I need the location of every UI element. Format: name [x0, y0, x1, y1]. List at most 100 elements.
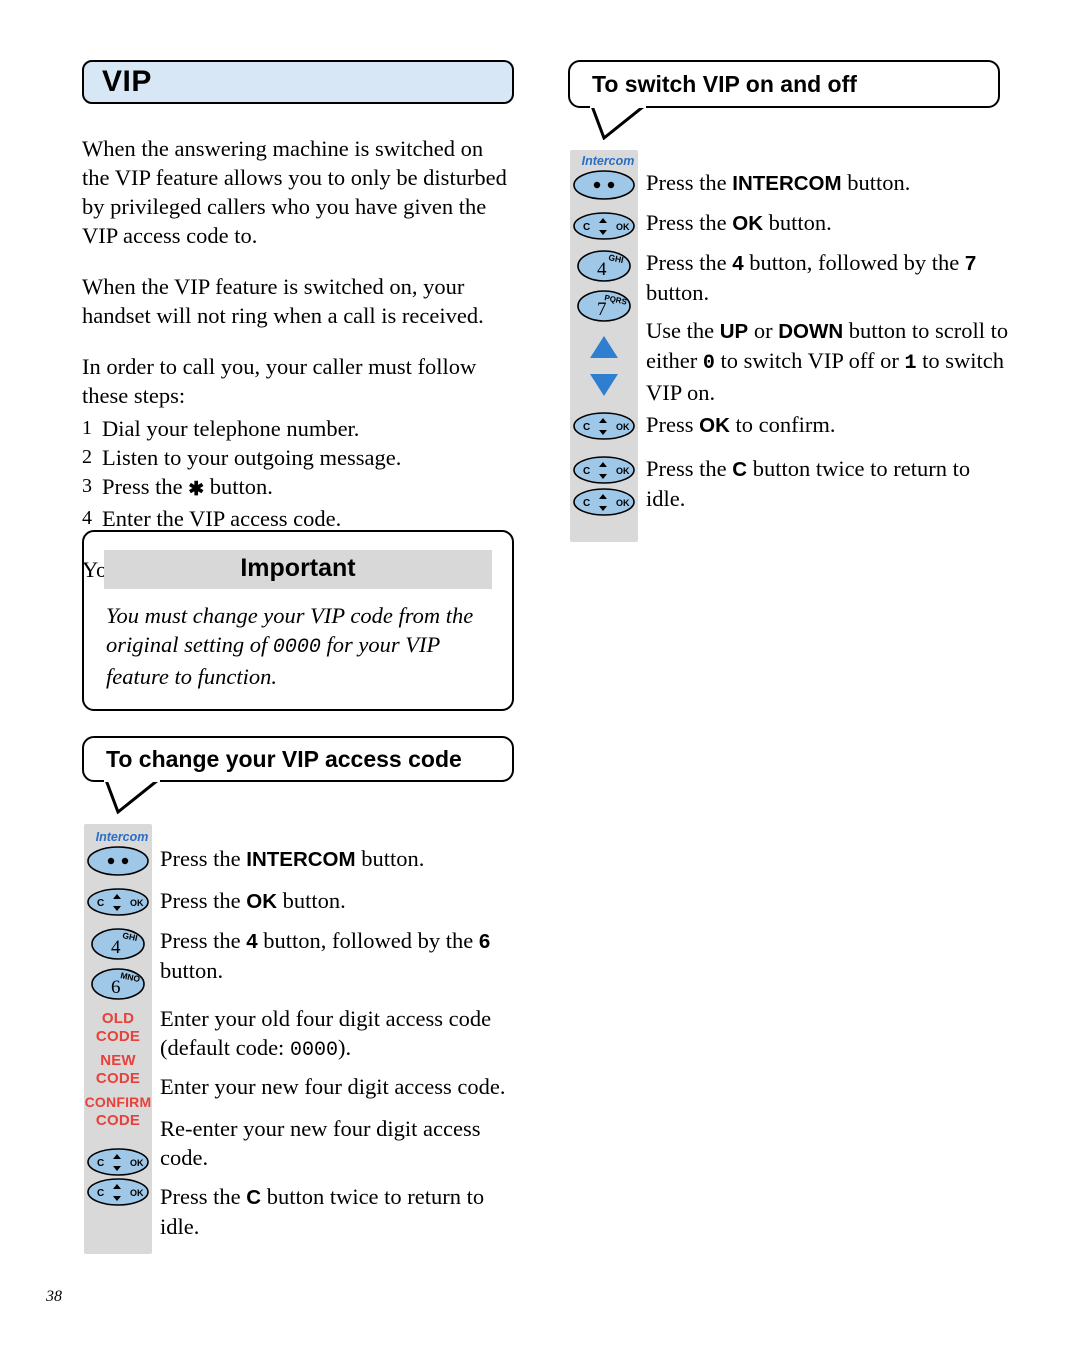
list-text-pre: Press the — [102, 474, 189, 499]
svg-text:OK: OK — [130, 1158, 144, 1168]
svg-text:OK: OK — [616, 422, 630, 432]
svg-text:OK: OK — [616, 466, 630, 476]
key-4-icon: GHI 4 — [84, 926, 152, 962]
c-key-icon-1: C OK — [84, 1146, 152, 1178]
instruction-row: Press the INTERCOM button. — [646, 168, 1016, 198]
change-code-section: To change your VIP access code Intercom — [82, 736, 514, 1254]
instruction-pre: Press — [646, 412, 700, 437]
instruction-pre: Use the — [646, 318, 720, 343]
list-text: Press the ✱ button. — [102, 472, 273, 504]
list-item: 2 Listen to your outgoing message. — [82, 443, 514, 472]
confirm-code-label-line1: CONFIRM — [84, 1094, 152, 1110]
list-item: 1 Dial your telephone number. — [82, 414, 514, 443]
instruction-bold: INTERCOM — [732, 172, 842, 195]
list-item: 3 Press the ✱ button. — [82, 472, 514, 504]
instruction-pre: Press the — [646, 250, 733, 275]
list-number: 1 — [82, 417, 92, 439]
instruction-pre: Press the — [646, 170, 733, 195]
instruction-bold-2: DOWN — [778, 320, 844, 343]
instruction-bold-2: 7 — [964, 252, 977, 275]
key-7-icon: PQRS 7 — [570, 288, 638, 324]
svg-text:OK: OK — [616, 222, 630, 232]
ok-key-icon-2: C OK — [570, 410, 638, 442]
instruction-row: Press the C button twice to return to id… — [160, 1182, 500, 1241]
instruction-post: ). — [337, 1035, 352, 1060]
manual-page: VIP When the answering machine is switch… — [0, 0, 1080, 1347]
instruction-bold: UP — [719, 320, 749, 343]
instruction-row: Press the OK button. — [646, 208, 1016, 238]
instruction-post-2: button. — [646, 280, 710, 305]
key-6-icon: MNO 6 — [84, 966, 152, 1002]
instruction-row: Press the OK button. — [160, 886, 520, 916]
instruction-bold: C — [732, 458, 748, 481]
instruction-row: Enter your old four digit access code (d… — [160, 1004, 520, 1065]
instruction-post: button. — [841, 170, 911, 195]
page-title: VIP — [102, 65, 152, 98]
intro-paragraph-2: When the VIP feature is switched on, you… — [82, 274, 484, 328]
important-heading: Important — [104, 550, 492, 589]
caller-steps-list: 1 Dial your telephone number. 2 Listen t… — [82, 414, 514, 533]
intro-paragraph-3: In order to call you, your caller must f… — [82, 354, 477, 408]
list-number: 4 — [82, 507, 92, 529]
instruction-row: Re-enter your new four digit access code… — [160, 1114, 510, 1172]
ok-key-icon-1: C OK — [84, 886, 152, 918]
instruction-row: Use the UP or DOWN button to scroll to e… — [646, 316, 1018, 407]
instruction-post-2: to switch VIP off or — [714, 348, 905, 373]
instruction-bold: 4 — [246, 930, 258, 953]
change-code-header: To change your VIP access code — [82, 736, 514, 814]
c-key-icon-2: C OK — [570, 486, 638, 518]
instruction-post: to confirm. — [729, 412, 836, 437]
svg-text:C: C — [583, 498, 590, 509]
list-number: 2 — [82, 446, 92, 468]
callout-tail — [590, 106, 646, 140]
svg-text:4: 4 — [597, 259, 607, 280]
instruction-pre: Press the — [160, 846, 247, 871]
c-key-icon-1: C OK — [570, 454, 638, 486]
star-icon: ✱ — [188, 479, 205, 500]
svg-text:OK: OK — [130, 1188, 144, 1198]
svg-text:C: C — [583, 222, 590, 233]
instruction-pre: Press the — [646, 456, 733, 481]
page-number: 38 — [46, 1288, 62, 1305]
instruction-row: Press OK to confirm. — [646, 410, 1016, 440]
instruction-row: Press the C button twice to return to id… — [646, 454, 996, 513]
list-text: Dial your telephone number. — [102, 416, 360, 441]
instruction-row: Press the INTERCOM button. — [160, 844, 520, 874]
switch-vip-title: To switch VIP on and off — [592, 70, 857, 97]
instruction-pre: Press the — [160, 928, 247, 953]
instruction-pre: Press the — [160, 1184, 247, 1209]
svg-text:C: C — [583, 422, 590, 433]
new-code-label-line2: CODE — [95, 1070, 141, 1087]
instruction-pre: Press the — [646, 210, 733, 235]
instruction-bold-2: 6 — [478, 930, 491, 953]
change-code-title: To change your VIP access code — [106, 745, 462, 772]
instruction-post: button. — [355, 846, 425, 871]
instruction-code-1: 1 — [904, 352, 917, 375]
instruction-code-0: 0 — [702, 352, 715, 375]
important-box: Important You must change your VIP code … — [82, 530, 514, 711]
right-column: To switch VIP on and off Intercom C OK G… — [568, 60, 1008, 542]
left-column: VIP When the answering machine is switch… — [82, 60, 514, 606]
page-title-bar: VIP — [82, 60, 514, 104]
important-text: You must change your VIP code from the o… — [84, 589, 512, 691]
instruction-bold: INTERCOM — [246, 848, 356, 871]
list-text: Listen to your outgoing message. — [102, 445, 402, 470]
list-item: 4 Enter the VIP access code. — [82, 504, 514, 533]
instruction-bold: 4 — [732, 252, 744, 275]
instruction-post-2: button. — [160, 958, 224, 983]
instruction-mid: button, followed by the — [257, 928, 479, 953]
svg-text:4: 4 — [111, 937, 121, 958]
instruction-pre: Press the — [160, 888, 247, 913]
svg-text:C: C — [97, 1158, 104, 1169]
instruction-bold: OK — [699, 414, 730, 437]
instruction-mid: button, followed by the — [743, 250, 965, 275]
intercom-key-icon — [570, 168, 638, 202]
ok-key-icon: C OK — [570, 210, 638, 242]
svg-text:OK: OK — [130, 898, 144, 908]
svg-text:7: 7 — [597, 299, 607, 320]
instruction-pre: Re-enter your new four digit access code… — [160, 1116, 481, 1170]
instruction-code: 0000 — [289, 1039, 338, 1062]
instruction-post: button. — [763, 210, 832, 235]
switch-vip-header: To switch VIP on and off — [568, 60, 1000, 140]
old-code-label-line2: CODE — [95, 1028, 141, 1045]
